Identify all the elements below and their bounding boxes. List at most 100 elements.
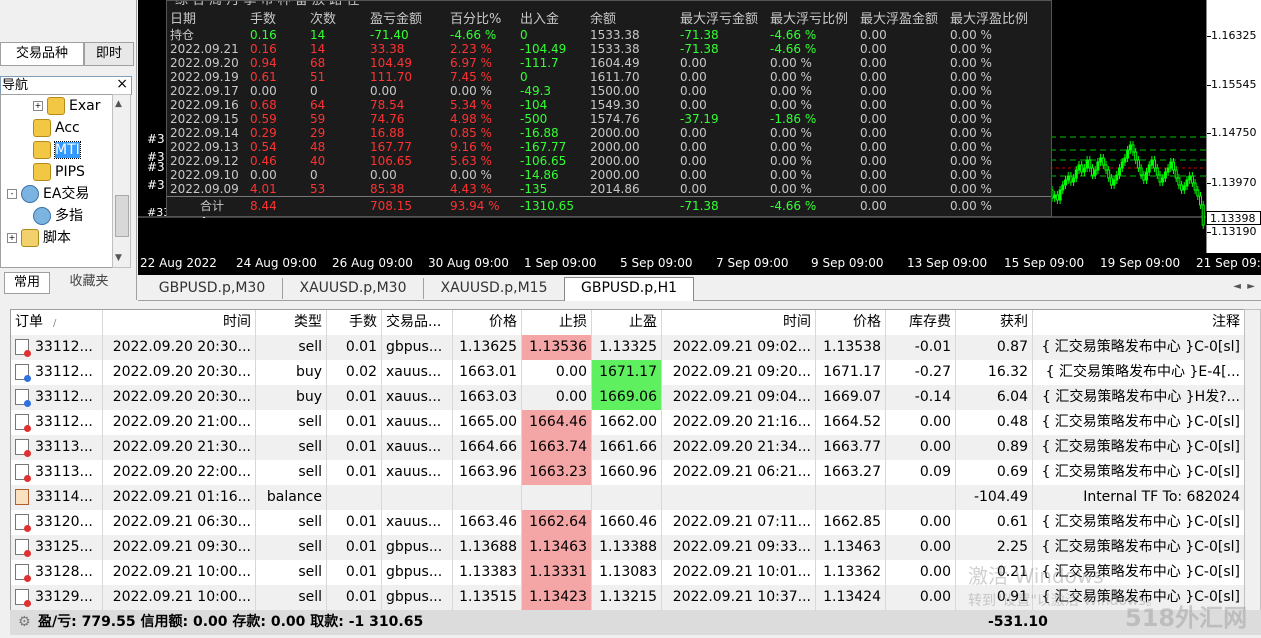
tab-chart-gbpusd-h1[interactable]: GBPUSD.p,H1 (564, 277, 694, 301)
candle-body (1085, 159, 1089, 169)
folder-icon (47, 97, 65, 115)
cell-text: 0.48 (996, 414, 1028, 430)
table-cell-order: 33112... (11, 385, 103, 410)
stats-cell: 2022.09.21 (170, 42, 239, 56)
table-row[interactable]: 33112... 2022.09.20 20:30... buy 0.02 xauus.… (11, 360, 1245, 385)
tree-item[interactable]: PIPS (33, 161, 85, 183)
tree-item[interactable]: 多指 (33, 205, 83, 227)
tab-chart-gbpusd-m30[interactable]: GBPUSD.p,M30 (142, 278, 283, 299)
cell-text: 0.02 (345, 364, 377, 380)
tree-item[interactable]: + 脚本 (7, 227, 71, 249)
tab-market-watch-ticks[interactable]: 即时 (84, 42, 134, 66)
tree-item[interactable]: + Exar (33, 95, 100, 117)
candle-body (1180, 184, 1184, 191)
tab-chart-xauusd-m15[interactable]: XAUUSD.p,M15 (424, 278, 565, 299)
table-cell-lots: 0.01 (327, 510, 382, 535)
tree-item[interactable]: MTI (33, 139, 81, 161)
column-header[interactable]: 订单 / (11, 310, 103, 335)
tree-expander-icon[interactable]: + (33, 101, 43, 111)
cell-text: 33128... (35, 564, 93, 580)
tree-item-label: 多指 (55, 208, 83, 224)
candle-body (1172, 161, 1175, 171)
table-cell-sl: 0.00 (522, 385, 592, 410)
column-header[interactable]: 获利 (956, 310, 1033, 335)
table-row[interactable]: 33112... 2022.09.20 21:00... sell 0.01 xauus… (11, 410, 1245, 435)
table-cell-type: sell (256, 535, 327, 560)
stats-cell: 0.94 (250, 56, 277, 70)
table-row[interactable]: 33113... 2022.09.20 22:00... sell 0.01 xauus… (11, 460, 1245, 485)
table-cell-close-time: 2022.09.20 21:34... (662, 435, 816, 460)
table-cell-profit: 16.32 (956, 360, 1033, 385)
column-header[interactable]: 交易品... (382, 310, 453, 335)
candle-body (1199, 195, 1202, 206)
price-chart[interactable]: #3#3#3#3#3312buy 0.02 1.163251.155451.14… (138, 0, 1261, 275)
table-row[interactable]: 33112... 2022.09.20 20:30... buy 0.01 xauus.… (11, 385, 1245, 410)
stats-cell: 0.00 % (770, 56, 812, 70)
tab-favorites[interactable]: 收藏夹 (56, 272, 122, 292)
column-header[interactable]: 价格 (816, 310, 886, 335)
column-header[interactable]: 止损 (522, 310, 592, 335)
tab-chart-xauusd-m30[interactable]: XAUUSD.p,M30 (283, 278, 424, 299)
cell-text: 1671.17 (599, 364, 657, 380)
column-header[interactable]: 时间 (662, 310, 816, 335)
column-header[interactable]: 类型 (256, 310, 327, 335)
cell-text: 1.13536 (529, 339, 587, 355)
stats-cell: 2022.09.09 (170, 182, 239, 196)
column-header[interactable]: 注释 (1033, 310, 1245, 335)
stats-cell: 1574.76 (590, 112, 640, 126)
stats-cell: 0.00 % (950, 98, 992, 112)
stats-cell: 0 (520, 28, 528, 42)
stats-cell: -111.7 (520, 56, 559, 70)
candle-body (1104, 164, 1108, 171)
table-row[interactable]: 33125... 2022.09.21 09:30... sell 0.01 gbpus… (11, 535, 1245, 560)
table-row[interactable]: 33113... 2022.09.20 21:30... sell 0.01 xauus… (11, 435, 1245, 460)
column-header[interactable]: 时间 (103, 310, 256, 335)
tree-expander-icon[interactable]: + (7, 233, 17, 243)
stats-cell: 2000.00 (590, 140, 640, 154)
tabs-scroll-right-icon[interactable]: ► (1247, 281, 1255, 292)
column-header[interactable]: 止盈 (592, 310, 662, 335)
stats-total-divider (167, 196, 1051, 197)
stats-cell: -106.65 (520, 154, 567, 168)
cell-text: 0.61 (996, 514, 1028, 530)
cell-text: 2022.09.21 09:02... (672, 339, 811, 355)
table-scrollbar[interactable] (1244, 309, 1261, 611)
tab-common[interactable]: 常用 (4, 272, 50, 294)
cell-text: 0.00 (555, 389, 587, 405)
candle-body (1118, 167, 1121, 176)
table-cell-order: 33125... (11, 535, 103, 560)
stats-cell: 7.45 % (450, 70, 492, 84)
cell-text: 1664.46 (529, 414, 587, 430)
stats-cell: 167.77 (370, 140, 412, 154)
tree-item[interactable]: - EA交易 (7, 183, 89, 205)
column-header[interactable]: 手数 (327, 310, 382, 335)
scroll-up-icon[interactable]: ▲ (115, 99, 122, 109)
table-cell-sl: 1.13331 (522, 560, 592, 585)
stats-cell: 0.00 % (770, 126, 812, 140)
column-header[interactable]: 库存费 (886, 310, 956, 335)
table-cell-close-time: 2022.09.21 09:20... (662, 360, 816, 385)
close-icon[interactable]: × (116, 76, 128, 92)
navigator-scrollbar[interactable]: ▲ ▼ (112, 94, 131, 268)
table-row[interactable]: 33114... 2022.09.21 01:16... balance -104.4… (11, 485, 1245, 510)
tree-item[interactable]: Acc (33, 117, 80, 139)
tree-expander-icon[interactable]: - (7, 189, 17, 199)
cell-text: 2022.09.21 10:01... (672, 564, 811, 580)
stats-total-cell: 708.15 (370, 199, 412, 213)
table-cell-lots: 0.01 (327, 460, 382, 485)
cell-text: 1.13331 (529, 564, 587, 580)
scroll-down-icon[interactable]: ▼ (115, 253, 122, 263)
table-cell-price: 1665.00 (453, 410, 522, 435)
stats-cell: 0.00 (680, 168, 707, 182)
column-header[interactable]: 价格 (453, 310, 522, 335)
tabs-scroll-left-icon[interactable]: ◄ (1233, 281, 1241, 292)
scrollbar-thumb[interactable] (115, 195, 129, 237)
table-row[interactable]: 33120... 2022.09.21 06:30... sell 0.01 xauus… (11, 510, 1245, 535)
tab-market-watch-symbols[interactable]: 交易品种 (0, 42, 84, 66)
table-cell-swap: 0.00 (886, 435, 956, 460)
table-row[interactable]: 33112... 2022.09.20 20:30... sell 0.01 gbpus… (11, 335, 1245, 360)
cell-text: 1660.46 (599, 514, 657, 530)
stats-cell: 111.70 (370, 70, 412, 84)
stats-header-cell: 日期 (170, 12, 197, 27)
stats-cell: 0.00 (680, 126, 707, 140)
